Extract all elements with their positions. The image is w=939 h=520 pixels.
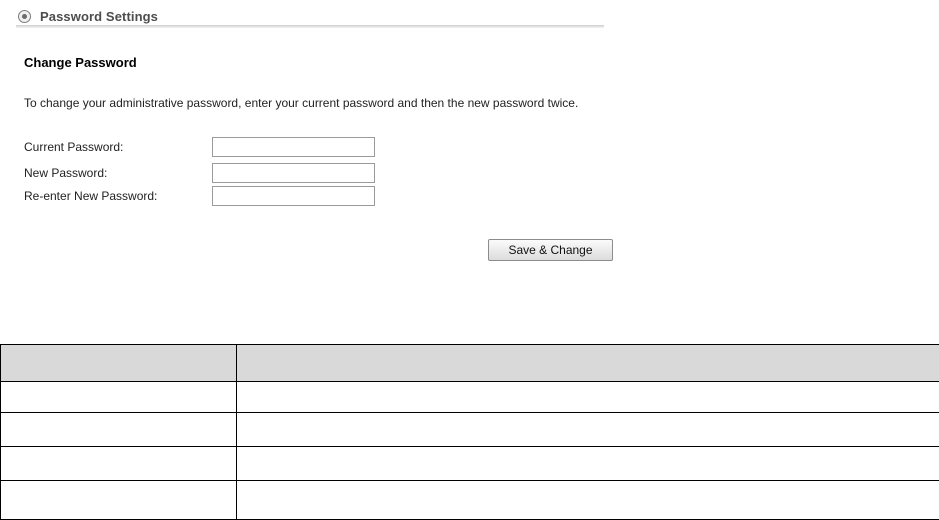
current-password-row: Current Password: bbox=[24, 137, 384, 157]
new-password-row: New Password: bbox=[24, 163, 384, 183]
section-title: Password Settings bbox=[40, 8, 159, 24]
table-cell bbox=[236, 381, 939, 413]
table-cell bbox=[0, 480, 237, 520]
table-cell bbox=[0, 446, 237, 481]
current-password-field[interactable] bbox=[212, 137, 375, 157]
table-row bbox=[0, 446, 939, 481]
radio-circle-icon bbox=[18, 9, 31, 23]
table-row bbox=[0, 381, 939, 413]
reenter-password-row: Re-enter New Password: bbox=[24, 186, 384, 206]
change-password-heading: Change Password bbox=[24, 55, 137, 70]
info-table bbox=[0, 344, 939, 520]
new-password-label: New Password: bbox=[24, 166, 108, 180]
table-cell bbox=[0, 381, 237, 413]
section-header: Password Settings bbox=[16, 6, 604, 28]
table-cell bbox=[236, 412, 939, 447]
new-password-field[interactable] bbox=[212, 163, 375, 183]
current-password-label: Current Password: bbox=[24, 140, 124, 154]
reenter-password-label: Re-enter New Password: bbox=[24, 189, 158, 203]
table-cell bbox=[236, 446, 939, 481]
table-header-row bbox=[0, 344, 939, 382]
reenter-password-field[interactable] bbox=[212, 186, 375, 206]
table-cell bbox=[0, 412, 237, 447]
table-row bbox=[0, 480, 939, 520]
table-header-cell bbox=[236, 344, 939, 382]
table-header-cell bbox=[0, 344, 237, 382]
table-cell bbox=[236, 480, 939, 520]
section-divider bbox=[16, 25, 604, 28]
table-row bbox=[0, 412, 939, 447]
save-and-change-button[interactable]: Save & Change bbox=[488, 239, 613, 261]
instructions-text: To change your administrative password, … bbox=[24, 96, 579, 110]
